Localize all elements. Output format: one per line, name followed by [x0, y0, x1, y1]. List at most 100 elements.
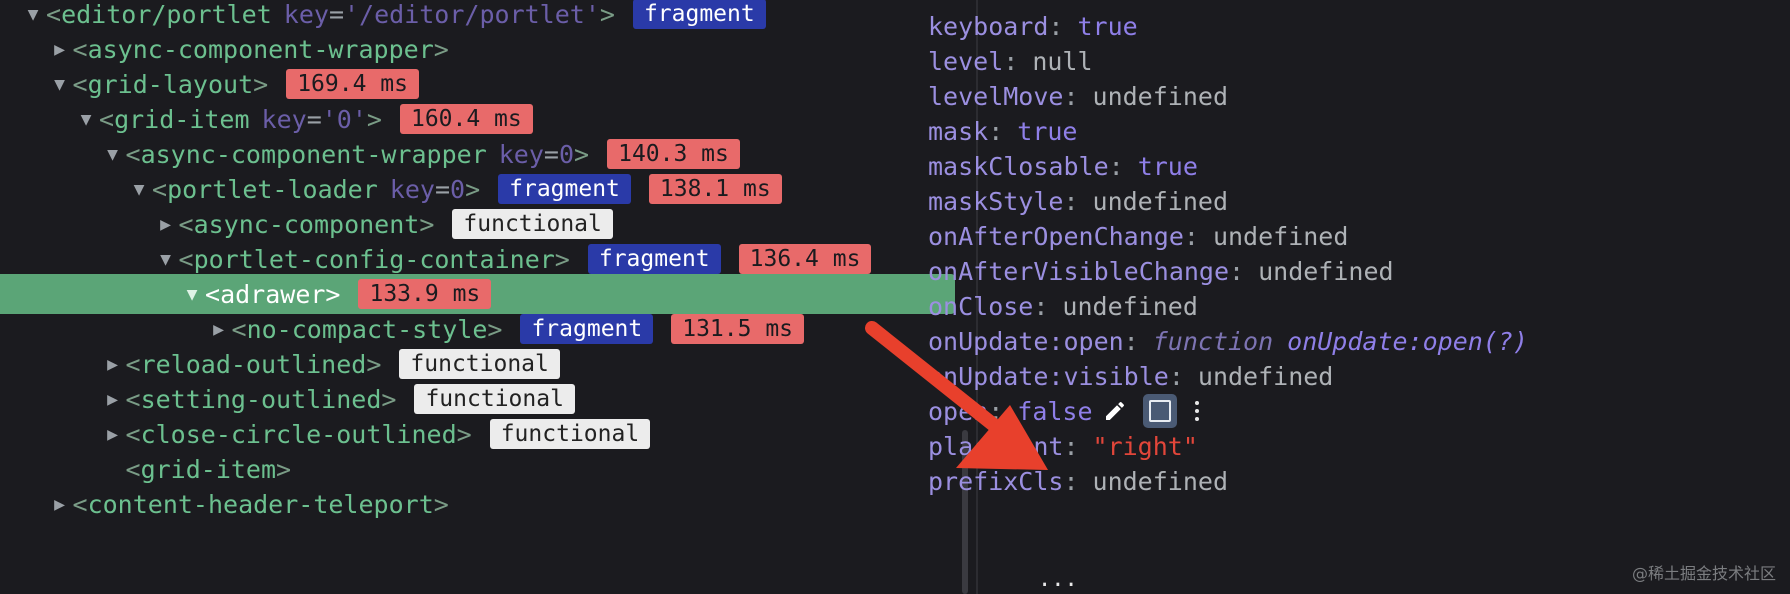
prop-onupdate-open[interactable]: onUpdate:open: function onUpdate:open(?): [928, 321, 1528, 361]
expand-right-icon[interactable]: ▶: [153, 214, 179, 235]
tree-node-grid-item[interactable]: < grid-item >: [0, 449, 955, 489]
expand-right-icon[interactable]: ▶: [100, 424, 126, 445]
fragment-badge: fragment: [632, 0, 766, 29]
prop-maskclosable[interactable]: maskClosable: true: [928, 146, 1198, 186]
tree-node-grid-item[interactable]: ▼ < grid-item key='0' >160.4 ms: [0, 99, 955, 139]
prop-value: onUpdate:open(?): [1287, 326, 1528, 356]
prop-value: undefined: [1062, 291, 1198, 321]
render-time-badge: 131.5 ms: [671, 314, 805, 344]
expand-down-icon[interactable]: ▼: [126, 179, 152, 200]
tag-close-bracket: >: [456, 419, 472, 449]
tag-name: content-header-teleport: [87, 489, 434, 519]
expand-down-icon[interactable]: ▼: [47, 74, 73, 95]
tree-node-grid-layout[interactable]: ▼ < grid-layout >169.4 ms: [0, 64, 955, 104]
prop-maskstyle[interactable]: maskStyle: undefined: [928, 181, 1228, 221]
tag-close-bracket: >: [419, 209, 435, 239]
expand-down-icon[interactable]: ▼: [179, 284, 205, 305]
tree-node-async-component[interactable]: ▶ < async-component > functional: [0, 204, 955, 244]
prop-key: level: [928, 46, 1004, 76]
tree-node-portlet-loader[interactable]: ▼ < portlet-loader key=0 > fragment 138.1 ms: [0, 169, 955, 209]
prop-keyboard[interactable]: keyboard: true: [928, 6, 1138, 46]
prop-key: mask: [928, 116, 989, 146]
tag-open-bracket: <: [231, 314, 247, 344]
attr-value: '0': [321, 104, 367, 134]
prop-colon: :: [1108, 151, 1124, 181]
more-vert-icon[interactable]: [1194, 401, 1199, 421]
prop-key: maskStyle: [928, 186, 1064, 216]
prop-levelmove[interactable]: levelMove: undefined: [928, 76, 1228, 116]
expand-right-icon[interactable]: ▶: [100, 354, 126, 375]
expand-down-icon[interactable]: ▼: [73, 109, 99, 130]
prop-onaftervisiblechange[interactable]: onAfterVisibleChange: undefined: [928, 251, 1394, 291]
prop-prefixcls[interactable]: prefixCls: undefined: [928, 461, 1228, 501]
expand-right-icon[interactable]: ▶: [100, 389, 126, 410]
tree-node-reload-outlined[interactable]: ▶ < reload-outlined > functional: [0, 344, 955, 384]
prop-key: onUpdate:open: [928, 326, 1124, 356]
render-time-badge: 169.4 ms: [286, 69, 419, 99]
tree-node-adrawer[interactable]: ▼ < adrawer >133.9 ms: [0, 274, 955, 314]
fragment-badge: fragment: [520, 314, 654, 344]
tag-name: adrawer: [220, 279, 326, 309]
prop-key: open: [928, 396, 989, 426]
expand-down-icon[interactable]: ▼: [20, 4, 46, 25]
prop-onupdate-visible[interactable]: onUpdate:visible: undefined: [928, 356, 1333, 396]
prop-value: true: [1137, 151, 1198, 181]
prop-value: "right": [1092, 431, 1198, 461]
render-time-badge: 136.4 ms: [738, 244, 872, 274]
tree-node-async-component-wrapper[interactable]: ▼ < async-component-wrapper key=0 >140.3 ms: [0, 134, 955, 174]
functional-badge: functional: [399, 349, 560, 379]
edit-pencil-icon[interactable]: [1103, 398, 1129, 424]
tree-node-content-header-teleport[interactable]: ▶ < content-header-teleport >: [0, 484, 955, 524]
prop-placement[interactable]: placement: "right": [928, 426, 1198, 466]
expand-right-icon[interactable]: ▶: [47, 39, 73, 60]
more-props-ellipsis[interactable]: ...: [1038, 569, 1078, 591]
tag-open-bracket: <: [72, 69, 88, 99]
prop-colon: :: [988, 116, 1004, 146]
tag-name: async-component-wrapper: [140, 139, 487, 169]
kebab-dot: [1194, 409, 1199, 413]
prop-open[interactable]: open: false: [928, 391, 1199, 431]
tag-open-bracket: <: [72, 489, 88, 519]
checkbox-square-icon: [1148, 400, 1171, 422]
prop-colon: :: [1123, 326, 1139, 356]
expand-right-icon[interactable]: ▶: [206, 319, 232, 340]
expand-right-icon[interactable]: ▶: [47, 494, 73, 515]
tag-name: reload-outlined: [140, 349, 367, 379]
prop-mask[interactable]: mask: true: [928, 111, 1078, 151]
tag-open-bracket: <: [46, 0, 62, 29]
attr-value: 0: [450, 174, 466, 204]
tree-node-setting-outlined[interactable]: ▶ < setting-outlined > functional: [0, 379, 955, 419]
tag-close-bracket: >: [465, 174, 481, 204]
toggle-checkbox-button[interactable]: [1142, 394, 1177, 428]
expand-down-icon[interactable]: ▼: [153, 249, 179, 270]
attr-equals: =: [306, 104, 322, 134]
tree-node-close-circle-outlined[interactable]: ▶ < close-circle-outlined > functional: [0, 414, 955, 454]
prop-colon: :: [1063, 431, 1079, 461]
tag-close-bracket: >: [381, 384, 397, 414]
prop-key: onUpdate:visible: [928, 361, 1169, 391]
tag-name: editor/portlet: [61, 0, 272, 29]
attr-value: '/editor/portlet': [344, 0, 600, 29]
prop-value: undefined: [1092, 81, 1228, 111]
functional-badge: functional: [414, 384, 575, 414]
prop-colon: :: [1229, 256, 1245, 286]
attr-equals: =: [543, 139, 559, 169]
tree-node-async-component-wrapper[interactable]: ▶ < async-component-wrapper >: [0, 29, 955, 69]
tag-close-bracket: >: [253, 69, 269, 99]
prop-colon: :: [1033, 291, 1049, 321]
prop-onafteropenchange[interactable]: onAfterOpenChange: undefined: [928, 216, 1348, 256]
tag-name: close-circle-outlined: [140, 419, 457, 449]
kebab-dot: [1194, 401, 1199, 405]
prop-colon: :: [1183, 221, 1199, 251]
tag-close-bracket: >: [433, 34, 449, 64]
expand-down-icon[interactable]: ▼: [100, 144, 126, 165]
prop-colon: :: [988, 396, 1004, 426]
render-time-badge: 140.3 ms: [607, 139, 740, 169]
fragment-badge: fragment: [587, 244, 721, 274]
prop-onclose[interactable]: onClose: undefined: [928, 286, 1198, 326]
prop-level[interactable]: level: null: [928, 41, 1093, 81]
tree-node-portlet-config-container[interactable]: ▼ < portlet-config-container > fragment 136.4…: [0, 239, 955, 279]
tree-node-no-compact-style[interactable]: ▶ < no-compact-style > fragment 131.5 ms: [0, 309, 955, 349]
prop-colon: :: [1063, 81, 1079, 111]
tag-open-bracket: <: [205, 279, 221, 309]
